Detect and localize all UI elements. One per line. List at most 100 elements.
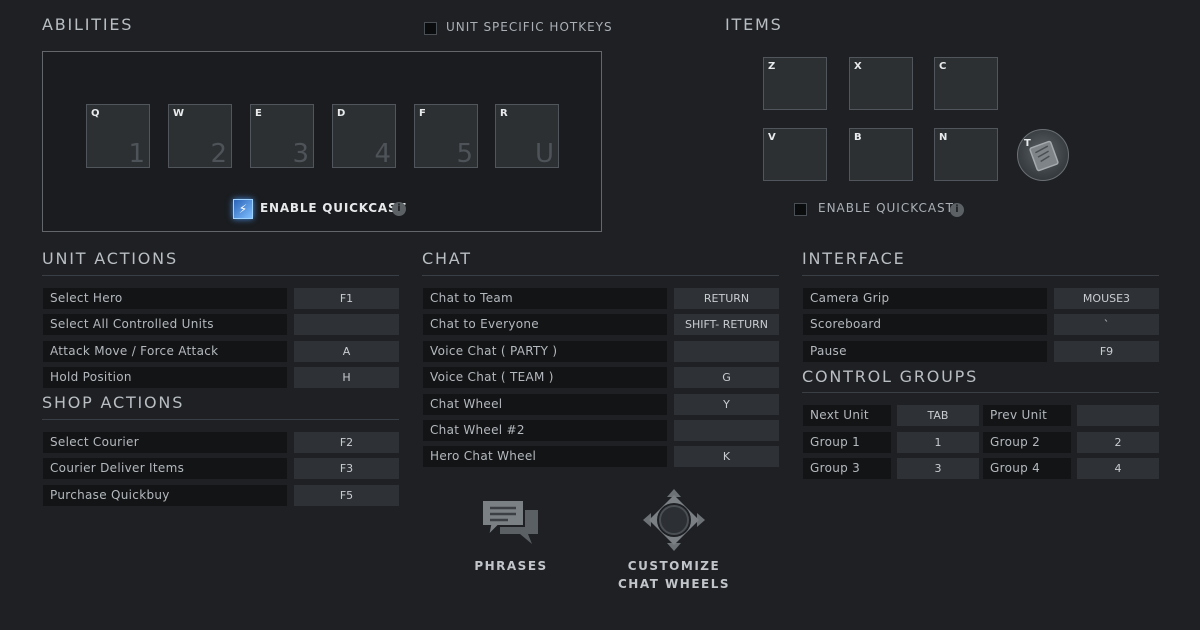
phrases-label[interactable]: PHRASES xyxy=(461,557,561,575)
ability-key-label: Q xyxy=(91,108,100,119)
binding-name: Next Unit xyxy=(803,405,891,426)
section-divider xyxy=(802,392,1159,393)
binding-key[interactable]: 1 xyxy=(897,432,979,453)
ability-slot-number: 1 xyxy=(128,139,145,169)
binding-key[interactable]: RETURN xyxy=(674,288,779,309)
ability-slot-f[interactable]: F 5 xyxy=(414,104,478,169)
interface-title: INTERFACE xyxy=(802,249,906,268)
teleport-scroll-slot[interactable]: T xyxy=(1017,129,1069,181)
binding-name: Group 1 xyxy=(803,432,891,453)
unit-specific-hotkeys-label: UNIT SPECIFIC HOTKEYS xyxy=(446,20,613,34)
ability-slot-q[interactable]: Q 1 xyxy=(86,104,150,169)
binding-key[interactable]: TAB xyxy=(897,405,979,426)
control-groups-title: CONTROL GROUPS xyxy=(802,367,979,386)
binding-key[interactable]: F3 xyxy=(294,458,399,479)
binding-key[interactable]: G xyxy=(674,367,779,388)
binding-key[interactable]: K xyxy=(674,446,779,467)
tp-key-label: T xyxy=(1024,138,1031,149)
unit-actions-title: UNIT ACTIONS xyxy=(42,249,178,268)
binding-name: Hero Chat Wheel xyxy=(423,446,667,467)
binding-name: Chat to Everyone xyxy=(423,314,667,335)
binding-key[interactable]: 4 xyxy=(1077,458,1159,479)
ability-slot-r[interactable]: R U xyxy=(495,104,559,169)
item-slot-x[interactable]: X xyxy=(849,57,913,110)
abilities-panel: Q 1 W 2 E 3 D 4 F 5 R U ⚡ ENABLE QUICKCA… xyxy=(42,51,602,232)
binding-key[interactable]: 3 xyxy=(897,458,979,479)
shop-actions-title: SHOP ACTIONS xyxy=(42,393,185,412)
chat-title: CHAT xyxy=(422,249,472,268)
customize-chat-wheels-button[interactable] xyxy=(641,487,707,553)
customize-chat-wheels-label[interactable]: CUSTOMIZE CHAT WHEELS xyxy=(614,557,734,593)
binding-name: Courier Deliver Items xyxy=(43,458,287,479)
section-divider xyxy=(422,275,779,276)
phrases-button[interactable] xyxy=(478,496,542,548)
customize-label-line-2: CHAT WHEELS xyxy=(617,577,731,591)
quickcast-lightning-icon[interactable]: ⚡ xyxy=(233,199,253,219)
ability-slot-number: 5 xyxy=(456,139,473,169)
unit-specific-hotkeys-checkbox[interactable] xyxy=(424,22,437,35)
ability-slot-number: 2 xyxy=(210,139,227,169)
item-key-label: V xyxy=(768,132,776,143)
item-slot-v[interactable]: V xyxy=(763,128,827,181)
info-icon[interactable]: i xyxy=(950,203,964,217)
binding-name: Prev Unit xyxy=(983,405,1071,426)
section-divider xyxy=(802,275,1159,276)
abilities-quickcast-label: ENABLE QUICKCAST xyxy=(260,201,407,215)
item-key-label: C xyxy=(939,61,947,72)
ability-slot-e[interactable]: E 3 xyxy=(250,104,314,169)
binding-name: Select All Controlled Units xyxy=(43,314,287,335)
binding-name: Select Courier xyxy=(43,432,287,453)
item-slot-z[interactable]: Z xyxy=(763,57,827,110)
ability-key-label: D xyxy=(337,108,346,119)
ability-key-label: R xyxy=(500,108,508,119)
binding-name: Hold Position xyxy=(43,367,287,388)
binding-name: Group 4 xyxy=(983,458,1071,479)
binding-name: Select Hero xyxy=(43,288,287,309)
item-key-label: N xyxy=(939,132,948,143)
ability-slot-number: 4 xyxy=(374,139,391,169)
binding-name: Group 3 xyxy=(803,458,891,479)
binding-name: Pause xyxy=(803,341,1047,362)
items-quickcast-label: ENABLE QUICKCAST xyxy=(818,201,954,215)
binding-key[interactable]: H xyxy=(294,367,399,388)
binding-key[interactable]: ` xyxy=(1054,314,1159,335)
binding-key[interactable]: Y xyxy=(674,394,779,415)
binding-name: Voice Chat ( TEAM ) xyxy=(423,367,667,388)
binding-key[interactable] xyxy=(294,314,399,335)
binding-key[interactable]: F2 xyxy=(294,432,399,453)
section-divider xyxy=(42,419,399,420)
binding-key[interactable]: F9 xyxy=(1054,341,1159,362)
binding-key[interactable] xyxy=(674,341,779,362)
binding-key[interactable]: A xyxy=(294,341,399,362)
ability-slot-number: 3 xyxy=(292,139,309,169)
binding-name: Voice Chat ( PARTY ) xyxy=(423,341,667,362)
binding-key[interactable] xyxy=(1077,405,1159,426)
binding-name: Attack Move / Force Attack xyxy=(43,341,287,362)
items-quickcast-checkbox[interactable] xyxy=(794,203,807,216)
binding-key[interactable]: F1 xyxy=(294,288,399,309)
item-slot-n[interactable]: N xyxy=(934,128,998,181)
info-icon[interactable]: i xyxy=(392,202,406,216)
ability-slot-d[interactable]: D 4 xyxy=(332,104,396,169)
binding-key[interactable]: MOUSE3 xyxy=(1054,288,1159,309)
chat-wheel-icon xyxy=(643,489,705,551)
binding-key[interactable] xyxy=(674,420,779,441)
item-key-label: X xyxy=(854,61,862,72)
binding-name: Chat to Team xyxy=(423,288,667,309)
item-slot-b[interactable]: B xyxy=(849,128,913,181)
item-key-label: B xyxy=(854,132,862,143)
binding-key[interactable]: SHIFT- RETURN xyxy=(674,314,779,335)
section-divider xyxy=(42,275,399,276)
item-key-label: Z xyxy=(768,61,776,72)
customize-label-line-1: CUSTOMIZE xyxy=(627,559,721,573)
items-title: ITEMS xyxy=(725,15,783,34)
item-slot-c[interactable]: C xyxy=(934,57,998,110)
binding-name: Purchase Quickbuy xyxy=(43,485,287,506)
abilities-title: ABILITIES xyxy=(42,15,134,34)
ability-slot-w[interactable]: W 2 xyxy=(168,104,232,169)
ability-key-label: E xyxy=(255,108,262,119)
binding-key[interactable]: F5 xyxy=(294,485,399,506)
chat-bubbles-icon xyxy=(481,499,538,544)
binding-name: Group 2 xyxy=(983,432,1071,453)
binding-key[interactable]: 2 xyxy=(1077,432,1159,453)
